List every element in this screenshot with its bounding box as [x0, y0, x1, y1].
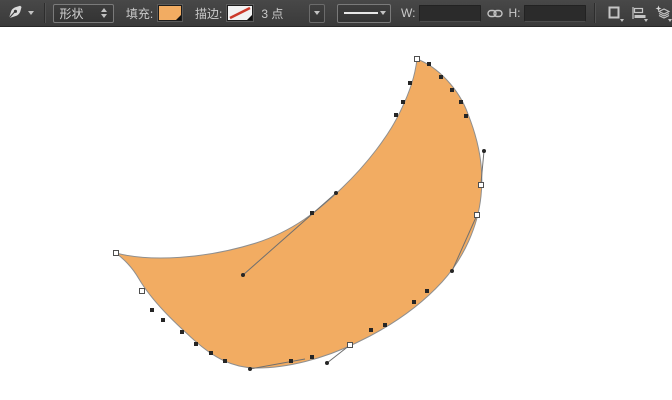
anchor-point[interactable]: [194, 342, 198, 346]
anchor-point[interactable]: [427, 62, 431, 66]
anchor-point[interactable]: [310, 211, 314, 215]
direction-handle-dot[interactable]: [482, 149, 486, 153]
anchor-point-unselected[interactable]: [475, 213, 480, 218]
anchor-point-unselected[interactable]: [114, 251, 119, 256]
anchor-point[interactable]: [394, 113, 398, 117]
anchor-point[interactable]: [223, 359, 227, 363]
anchor-point-unselected[interactable]: [415, 57, 420, 62]
anchor-point[interactable]: [408, 81, 412, 85]
anchor-point[interactable]: [464, 114, 468, 118]
anchor-point-unselected[interactable]: [348, 343, 353, 348]
direction-handle-dot[interactable]: [241, 273, 245, 277]
direction-handle-dot[interactable]: [325, 361, 329, 365]
anchor-point[interactable]: [450, 88, 454, 92]
direction-handle-dot[interactable]: [248, 367, 252, 371]
anchor-point[interactable]: [161, 318, 165, 322]
anchor-point[interactable]: [150, 308, 154, 312]
vector-shape[interactable]: [116, 59, 482, 368]
anchor-point[interactable]: [412, 300, 416, 304]
anchor-point-unselected[interactable]: [479, 183, 484, 188]
anchor-point[interactable]: [383, 323, 387, 327]
anchor-point[interactable]: [439, 75, 443, 79]
anchor-point[interactable]: [459, 100, 463, 104]
anchor-point[interactable]: [209, 351, 213, 355]
anchor-point[interactable]: [425, 289, 429, 293]
anchor-point[interactable]: [180, 330, 184, 334]
document-canvas[interactable]: [0, 27, 672, 400]
direction-handle-dot[interactable]: [334, 191, 338, 195]
anchor-point[interactable]: [310, 355, 314, 359]
anchor-point-unselected[interactable]: [140, 289, 145, 294]
anchor-point[interactable]: [401, 100, 405, 104]
anchor-point[interactable]: [369, 328, 373, 332]
direction-handle-dot[interactable]: [450, 269, 454, 273]
anchor-point[interactable]: [289, 359, 293, 363]
canvas-svg[interactable]: [0, 0, 672, 400]
